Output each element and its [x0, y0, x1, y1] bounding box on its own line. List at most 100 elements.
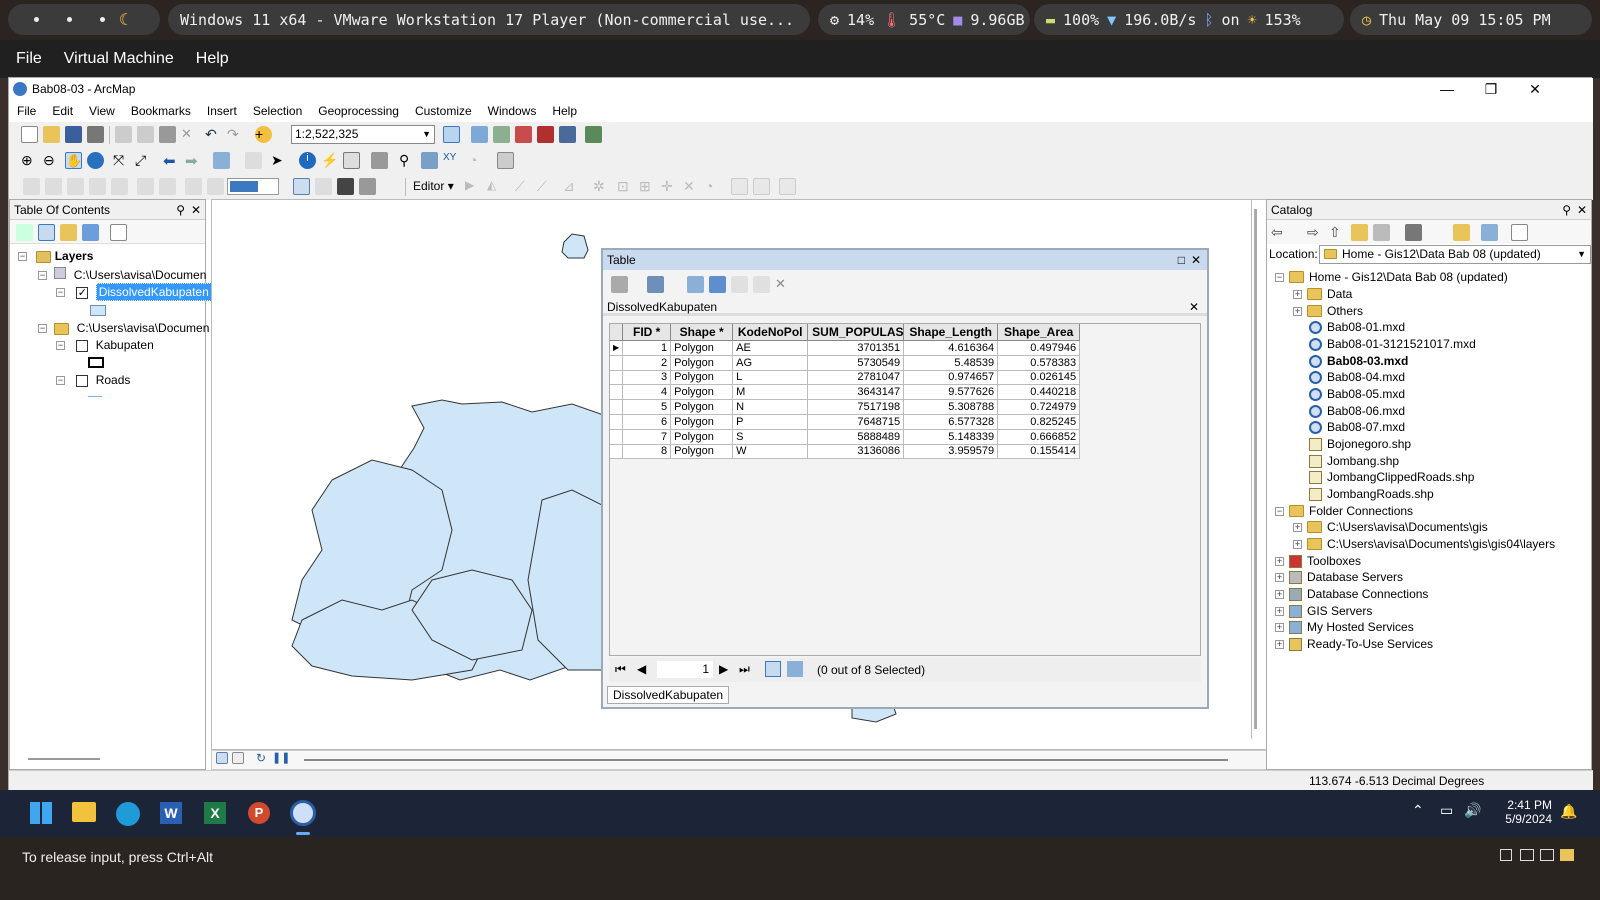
volume-icon[interactable]: 🔊 — [1464, 802, 1481, 819]
excel-icon[interactable]: X — [204, 802, 226, 824]
column-header-shape-area[interactable]: Shape_Area — [997, 323, 1081, 341]
row-selector[interactable] — [608, 428, 624, 445]
first-record-icon[interactable]: ⏮ — [615, 662, 626, 677]
column-header-fid[interactable]: FID * — [622, 323, 672, 341]
expand-icon[interactable]: + — [1293, 306, 1302, 316]
last-record-icon[interactable]: ⏭ — [739, 662, 750, 677]
pin-icon[interactable]: ⚲ — [1562, 200, 1571, 220]
forward-extent-icon[interactable]: ➡ — [185, 152, 202, 170]
table-row[interactable]: 6 Polygon P 7648715 6.577328 0.825245 — [608, 413, 1081, 430]
go-to-xy-icon[interactable]: XY — [443, 152, 460, 169]
dissolved-symbol-swatch[interactable] — [90, 305, 106, 316]
back-icon[interactable]: ⇦ — [1271, 224, 1288, 241]
column-header-shape-length[interactable]: Shape_Length — [903, 323, 999, 341]
editor-menu[interactable]: Editor ▾ — [413, 179, 454, 193]
tree-view-icon[interactable] — [1481, 224, 1498, 241]
fixed-zoom-out-icon[interactable]: ⤢ — [135, 152, 152, 169]
catalog-toolboxes[interactable]: + Toolboxes — [1275, 554, 1361, 568]
catalog-close-icon[interactable]: ✕ — [1577, 200, 1587, 220]
kabupaten-symbol-swatch[interactable] — [88, 357, 104, 368]
catalog-item-mxd[interactable]: Bab08-07.mxd — [1309, 420, 1405, 434]
vm-window-title[interactable]: Windows 11 x64 - VMware Workstation 17 P… — [168, 4, 810, 35]
save-icon[interactable] — [65, 126, 82, 143]
layout-view-icon[interactable] — [293, 178, 310, 195]
table-row[interactable]: 8 Polygon W 3136086 3.959579 0.155414 — [608, 443, 1081, 460]
collapse-icon[interactable]: − — [56, 341, 65, 351]
collapse-icon[interactable]: − — [18, 252, 27, 262]
model-builder-icon[interactable] — [585, 126, 602, 143]
list-by-source-icon[interactable] — [38, 224, 55, 241]
expand-icon[interactable]: + — [1275, 556, 1284, 566]
word-icon[interactable]: W — [160, 802, 182, 824]
collapse-icon[interactable]: − — [38, 324, 47, 334]
edge-icon[interactable] — [116, 802, 140, 826]
toc-layer-dissolved[interactable]: − ✓ DissolvedKabupaten — [56, 283, 212, 301]
catalog-home-row[interactable]: − Home - Gis12\Data Bab 08 (updated) — [1275, 270, 1508, 284]
previous-record-icon[interactable]: ◀ — [637, 662, 646, 676]
catalog-item-mxd[interactable]: Bab08-06.mxd — [1309, 404, 1405, 418]
full-extent-icon[interactable] — [87, 152, 104, 169]
tab-close-icon[interactable]: ✕ — [1189, 298, 1199, 316]
toc-source-row-1[interactable]: − C:\Users\avisa\Documen — [38, 267, 206, 282]
location-combo[interactable]: Home - Gis12\Data Bab 08 (updated) ▼ — [1319, 245, 1591, 264]
find-icon[interactable]: ⚲ — [399, 152, 416, 169]
menu-help[interactable]: Help — [552, 104, 577, 118]
menu-view[interactable]: View — [89, 104, 115, 118]
arctoolbox-icon[interactable] — [537, 126, 554, 143]
measure-icon[interactable] — [371, 152, 388, 169]
catalog-options-icon[interactable] — [1511, 224, 1528, 241]
table-row[interactable]: 4 Polygon M 3643147 9.577626 0.440218 — [608, 384, 1081, 401]
vm-network-icon[interactable] — [1520, 849, 1534, 861]
list-by-selection-icon[interactable] — [82, 224, 99, 241]
catalog-item-mxd[interactable]: Bab08-01-3121521017.mxd — [1309, 337, 1476, 351]
taskbar-clock[interactable]: 2:41 PM 5/9/2024 — [1494, 798, 1552, 826]
menu-bookmarks[interactable]: Bookmarks — [131, 104, 191, 118]
catalog-item-shp[interactable]: JombangClippedRoads.shp — [1309, 470, 1474, 484]
catalog-item-others[interactable]: + Others — [1293, 304, 1363, 318]
pin-icon[interactable]: ⚲ — [176, 200, 185, 220]
column-header-shape[interactable]: Shape * — [670, 323, 734, 341]
list-by-drawing-order-icon[interactable] — [16, 224, 33, 241]
viewer-icon[interactable] — [497, 152, 514, 169]
catalog-item-mxd[interactable]: Bab08-04.mxd — [1309, 370, 1405, 384]
host-clock[interactable]: ◷ Thu May 09 15:05 PM — [1350, 4, 1592, 35]
html-popup-icon[interactable] — [343, 152, 360, 169]
menu-geoprocessing[interactable]: Geoprocessing — [318, 104, 399, 118]
expand-icon[interactable]: + — [1275, 606, 1284, 616]
notification-icon[interactable]: 🔔 — [1560, 803, 1577, 820]
workspace-indicator[interactable]: ☾ — [8, 4, 160, 35]
open-icon[interactable] — [43, 126, 60, 143]
fixed-zoom-in-icon[interactable]: ⤧ — [113, 152, 130, 169]
expand-icon[interactable]: + — [1275, 639, 1284, 649]
catalog-item-shp[interactable]: Jombang.shp — [1309, 454, 1399, 468]
catalog-gis-servers[interactable]: + GIS Servers — [1275, 604, 1372, 618]
table-row[interactable]: 3 Polygon L 2781047 0.974657 0.026145 — [608, 369, 1081, 386]
catalog-item-shp[interactable]: Bojonegoro.shp — [1309, 437, 1411, 451]
undo-icon[interactable]: ↶ — [205, 126, 222, 143]
row-selector-header[interactable] — [608, 323, 624, 341]
time-slider-icon[interactable]: ◔ — [469, 152, 486, 169]
catalog-item-mxd[interactable]: Bab08-01.mxd — [1309, 320, 1405, 334]
show-selected-records-icon[interactable] — [787, 661, 803, 677]
back-extent-icon[interactable]: ⬅ — [163, 152, 180, 170]
up-one-level-icon[interactable]: ⇧ — [1329, 224, 1346, 241]
collapse-icon[interactable]: − — [1275, 506, 1284, 516]
menu-windows[interactable]: Windows — [488, 104, 537, 118]
paste-icon[interactable] — [159, 126, 176, 143]
kabupaten-polygon-east[interactable] — [527, 489, 613, 671]
catalog-folder-connection-1[interactable]: + C:\Users\avisa\Documents\gis — [1293, 520, 1488, 534]
connect-folder-icon[interactable] — [1373, 224, 1390, 241]
catalog-window-icon[interactable] — [493, 126, 510, 143]
hyperlink-icon[interactable]: ⚡ — [321, 152, 338, 169]
row-selector[interactable] — [608, 413, 624, 430]
catalog-item-mxd-current[interactable]: Bab08-03.mxd — [1309, 354, 1408, 368]
next-record-icon[interactable]: ▶ — [719, 662, 728, 676]
powerpoint-icon[interactable]: P — [248, 802, 270, 824]
layout-view-icon[interactable] — [232, 752, 244, 764]
expand-icon[interactable]: + — [1275, 589, 1284, 599]
table-row[interactable]: ▶ 1 Polygon AE 3701351 4.616364 0.497946 — [608, 340, 1081, 356]
visibility-checkbox[interactable] — [76, 374, 89, 387]
row-selector[interactable] — [608, 399, 624, 415]
catalog-item-mxd[interactable]: Bab08-05.mxd — [1309, 387, 1405, 401]
maximize-icon[interactable]: □ — [1178, 250, 1185, 270]
